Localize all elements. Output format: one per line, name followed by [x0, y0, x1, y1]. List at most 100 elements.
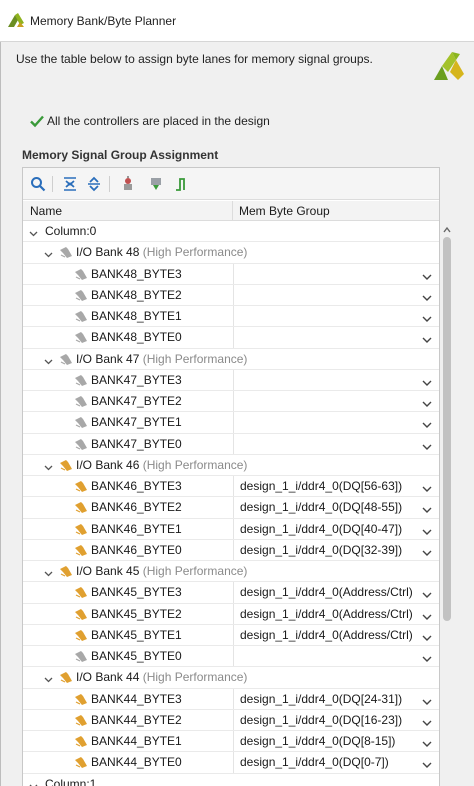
mem-byte-group-select[interactable] [233, 284, 439, 305]
tree-byte-row[interactable]: BANK47_BYTE2 [23, 391, 439, 413]
mem-byte-group-select[interactable] [233, 433, 439, 454]
tree-bank-row[interactable]: I/O Bank 46 (High Performance) [23, 455, 439, 476]
mem-byte-group-select[interactable] [233, 306, 439, 327]
tree-item-name: I/O Bank 47 [76, 351, 140, 366]
tree-byte-row[interactable]: BANK46_BYTE0 design_1_i/ddr4_0(DQ[32-39]) [23, 539, 439, 561]
tree-byte-row[interactable]: BANK45_BYTE1 design_1_i/ddr4_0(Address/Ct… [23, 624, 439, 646]
mem-byte-group-select[interactable]: design_1_i/ddr4_0(Address/Ctrl) [233, 624, 439, 645]
chevron-down-icon[interactable] [44, 461, 53, 471]
tree-column-row[interactable]: Column:0 [23, 221, 439, 243]
column-divider[interactable] [232, 201, 233, 221]
mem-byte-group-select[interactable] [233, 369, 439, 390]
mem-byte-group-select[interactable]: design_1_i/ddr4_0(DQ[16-23]) [233, 709, 439, 730]
tree-bank-row[interactable]: I/O Bank 45 (High Performance) [23, 561, 439, 583]
tree-byte-row[interactable]: BANK47_BYTE3 [23, 369, 439, 391]
auto-assign-icon[interactable] [147, 175, 165, 193]
byte-lane-unassigned-icon [74, 650, 88, 663]
tree-item-label: BANK45_BYTE1 [91, 628, 182, 642]
chevron-down-icon[interactable] [44, 567, 53, 577]
chevron-down-icon[interactable] [422, 652, 432, 662]
mem-byte-group-select[interactable]: design_1_i/ddr4_0(Address/Ctrl) [233, 582, 439, 603]
chevron-down-icon[interactable] [422, 312, 432, 322]
chevron-down-icon[interactable] [422, 503, 432, 514]
tree-byte-row[interactable]: BANK48_BYTE1 [23, 306, 439, 328]
tree-byte-row[interactable]: BANK45_BYTE2 design_1_i/ddr4_0(Address/Ct… [23, 603, 439, 625]
mem-byte-group-select[interactable] [233, 327, 439, 348]
tree-byte-row[interactable]: BANK48_BYTE3 [23, 263, 439, 285]
tree-byte-row[interactable]: BANK44_BYTE2 design_1_i/ddr4_0(DQ[16-23]) [23, 709, 439, 731]
mem-byte-group-select[interactable]: design_1_i/ddr4_0(DQ[8-15]) [233, 731, 439, 752]
mem-byte-group-select[interactable]: design_1_i/ddr4_0(DQ[32-39]) [233, 539, 439, 560]
tree-byte-row[interactable]: BANK48_BYTE0 [23, 327, 439, 349]
expand-all-icon[interactable] [85, 175, 103, 193]
mem-byte-group-select[interactable] [233, 263, 439, 284]
tree-bank-row[interactable]: I/O Bank 48 (High Performance) [23, 242, 439, 264]
chevron-down-icon[interactable] [422, 546, 432, 556]
chevron-down-icon[interactable] [422, 525, 432, 535]
chevron-down-icon[interactable] [422, 695, 432, 705]
mem-byte-group-select[interactable]: design_1_i/ddr4_0(DQ[24-31]) [233, 688, 439, 709]
tree-byte-row[interactable]: BANK46_BYTE3 design_1_i/ddr4_0(DQ[56-63]) [23, 476, 439, 498]
tree-byte-row[interactable]: BANK45_BYTE0 [23, 646, 439, 668]
chevron-down-icon[interactable] [422, 610, 432, 620]
tree-item-label: BANK47_BYTE0 [91, 437, 182, 451]
chevron-down-icon[interactable] [422, 482, 432, 492]
tree-byte-row[interactable]: BANK47_BYTE0 [23, 433, 439, 455]
chevron-down-icon[interactable] [422, 631, 432, 641]
mem-byte-group-select[interactable]: design_1_i/ddr4_0(DQ[48-55]) [233, 497, 439, 518]
mem-byte-group-select[interactable] [233, 391, 439, 412]
tree-item-label: BANK44_BYTE2 [91, 713, 182, 727]
tree-byte-row[interactable]: BANK44_BYTE3 design_1_i/ddr4_0(DQ[24-31]) [23, 688, 439, 710]
byte-lane-unassigned-icon [74, 310, 88, 323]
chevron-down-icon[interactable] [422, 333, 432, 344]
pin-icon[interactable] [119, 175, 137, 193]
chevron-down-icon[interactable] [422, 418, 432, 429]
xilinx-logo [432, 50, 464, 80]
chevron-down-icon[interactable] [29, 780, 38, 786]
chevron-down-icon[interactable] [29, 227, 38, 237]
tree-byte-row[interactable]: BANK48_BYTE2 [23, 284, 439, 306]
search-icon[interactable] [29, 175, 47, 193]
tree-item-label: BANK44_BYTE3 [91, 692, 182, 706]
mem-byte-group-select[interactable]: design_1_i/ddr4_0(Address/Ctrl) [233, 603, 439, 624]
toolbar-separator [52, 176, 53, 192]
column-header-mem-byte-group[interactable]: Mem Byte Group [239, 204, 330, 218]
mem-byte-group-select[interactable] [233, 646, 439, 667]
tree-item-label: BANK45_BYTE2 [91, 607, 182, 621]
chevron-down-icon[interactable] [422, 291, 432, 301]
tree-byte-row[interactable]: BANK44_BYTE0 design_1_i/ddr4_0(DQ[0-7]) [23, 752, 439, 774]
mem-byte-group-select[interactable]: design_1_i/ddr4_0(DQ[0-7]) [233, 752, 439, 773]
scrollbar-thumb[interactable] [443, 237, 451, 621]
mem-byte-group-select[interactable]: design_1_i/ddr4_0(DQ[40-47]) [233, 518, 439, 539]
tree-byte-row[interactable]: BANK45_BYTE3 design_1_i/ddr4_0(Address/Ct… [23, 582, 439, 604]
tree-item-label: BANK45_BYTE3 [91, 585, 182, 599]
chevron-down-icon[interactable] [422, 588, 432, 599]
scroll-up-arrow-icon[interactable] [442, 223, 452, 233]
chevron-down-icon[interactable] [422, 758, 432, 769]
tree-byte-row[interactable]: BANK47_BYTE1 [23, 412, 439, 434]
tree-bank-row[interactable]: I/O Bank 44 (High Performance) [23, 667, 439, 689]
placement-status: All the controllers are placed in the de… [30, 113, 270, 129]
tree-item-label: I/O Bank 47 (High Performance) [76, 352, 247, 366]
chevron-down-icon[interactable] [422, 440, 432, 450]
chevron-down-icon[interactable] [422, 716, 432, 726]
signal-icon[interactable] [173, 175, 191, 193]
chevron-down-icon[interactable] [44, 355, 53, 364]
chevron-down-icon[interactable] [44, 673, 53, 683]
tree-byte-row[interactable]: BANK46_BYTE1 design_1_i/ddr4_0(DQ[40-47]) [23, 518, 439, 540]
chevron-down-icon[interactable] [422, 397, 432, 407]
tree-column-row[interactable]: Column:1 [23, 774, 439, 786]
chevron-down-icon[interactable] [44, 248, 53, 258]
mem-byte-group-select[interactable] [233, 412, 439, 433]
byte-lane-unassigned-icon [74, 289, 88, 302]
chevron-down-icon[interactable] [422, 376, 432, 386]
collapse-all-icon[interactable] [61, 175, 79, 193]
mem-byte-group-cell [233, 561, 439, 581]
chevron-down-icon[interactable] [422, 737, 432, 747]
tree-byte-row[interactable]: BANK46_BYTE2 design_1_i/ddr4_0(DQ[48-55]) [23, 497, 439, 519]
chevron-down-icon[interactable] [422, 270, 432, 280]
column-header-name[interactable]: Name [30, 204, 62, 218]
mem-byte-group-select[interactable]: design_1_i/ddr4_0(DQ[56-63]) [233, 476, 439, 497]
tree-byte-row[interactable]: BANK44_BYTE1 design_1_i/ddr4_0(DQ[8-15]) [23, 731, 439, 753]
tree-bank-row[interactable]: I/O Bank 47 (High Performance) [23, 349, 439, 370]
